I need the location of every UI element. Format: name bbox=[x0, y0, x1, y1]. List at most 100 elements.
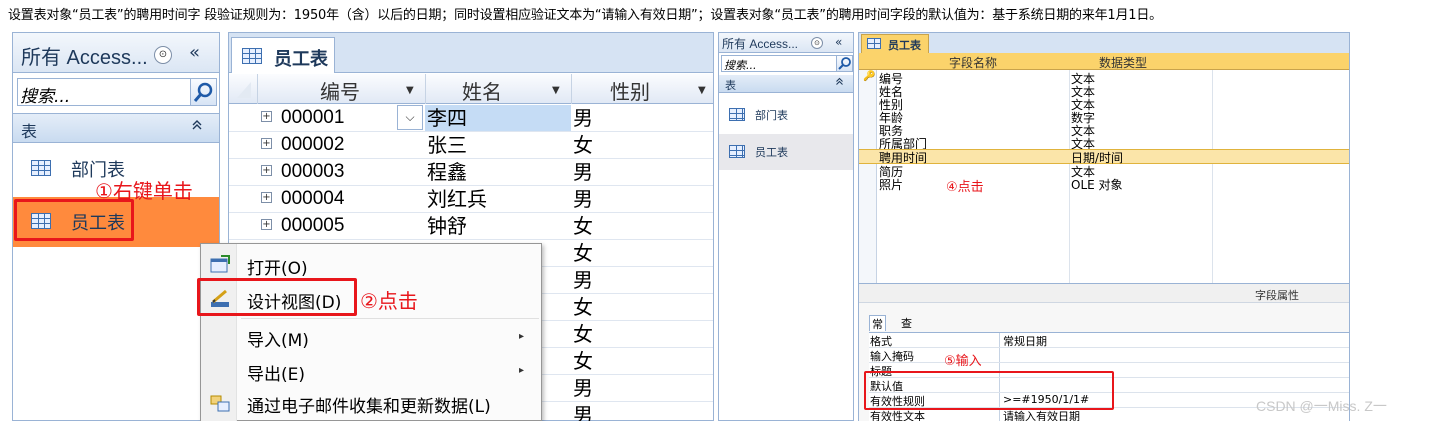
cell-sex[interactable]: 女 bbox=[571, 240, 713, 266]
nav-pane-header[interactable]: 所有 Access... ⊙ « bbox=[13, 33, 219, 73]
select-all-corner[interactable] bbox=[229, 74, 257, 104]
menu-item-label: 导入(M) bbox=[247, 331, 309, 351]
field-grid-header: 字段名称 数据类型 bbox=[859, 53, 1349, 70]
cell-id[interactable]: 000004 bbox=[281, 186, 429, 212]
nav-item-label: 部门表 bbox=[755, 109, 788, 122]
expand-plus-icon[interactable]: + bbox=[261, 192, 272, 203]
field-type[interactable]: OLE 对象 bbox=[1071, 176, 1123, 193]
document-tab-bar: 员工表 bbox=[229, 33, 713, 73]
cell-id[interactable]: 000003 bbox=[281, 159, 429, 185]
tab-label: 员工表 bbox=[888, 39, 921, 52]
search-icon[interactable] bbox=[836, 56, 852, 71]
table-row[interactable]: + 000004 刘红兵 男 bbox=[229, 186, 713, 213]
table-icon bbox=[867, 38, 881, 49]
field-row-selected[interactable]: 聘用时间 日期/时间 bbox=[859, 149, 1349, 165]
table-row[interactable]: + 000002 张三 女 bbox=[229, 132, 713, 159]
menu-item-export[interactable]: 导出(E) ▸ bbox=[201, 354, 541, 388]
search-input[interactable]: 搜索... bbox=[17, 78, 217, 107]
sort-filter-icon[interactable]: ▼ bbox=[698, 85, 706, 96]
annotation-step4: ④点击 bbox=[946, 180, 984, 195]
table-row[interactable]: + 000001 ⌵ 李四 男 bbox=[229, 105, 713, 132]
field-row[interactable]: 职务 文本 bbox=[877, 123, 1349, 138]
highlight-box-employee-table bbox=[14, 199, 134, 241]
menu-item-open[interactable]: 打开(O) bbox=[201, 248, 541, 282]
tab-employee-table[interactable]: 员工表 bbox=[231, 37, 335, 73]
menu-item-email-collect[interactable]: 通过电子邮件收集和更新数据(L) bbox=[201, 386, 541, 420]
field-row[interactable]: 所属部门 文本 bbox=[877, 136, 1349, 151]
cell-sex[interactable]: 女 bbox=[571, 348, 713, 374]
table-icon bbox=[242, 48, 262, 64]
cell-name[interactable]: 刘红兵 bbox=[425, 186, 571, 212]
chevron-up-icon[interactable] bbox=[835, 77, 844, 89]
nav-group-tables[interactable]: 表 bbox=[13, 113, 219, 143]
table-row[interactable]: + 000003 程鑫 男 bbox=[229, 159, 713, 186]
expand-plus-icon[interactable]: + bbox=[261, 219, 272, 230]
field-row[interactable]: 性别 文本 bbox=[877, 97, 1349, 112]
field-properties-label: 字段属性 bbox=[1255, 289, 1299, 302]
sort-filter-icon[interactable]: ▼ bbox=[406, 85, 414, 96]
field-properties-header: 字段属性 bbox=[859, 283, 1349, 303]
column-header-name[interactable]: 姓名 ▼ bbox=[425, 74, 571, 104]
cell-sex[interactable]: 女 bbox=[571, 294, 713, 320]
combo-dropdown-icon[interactable]: ⌵ bbox=[397, 105, 423, 130]
table-row[interactable]: + 000005 钟舒 女 bbox=[229, 213, 713, 240]
chevron-up-icon[interactable] bbox=[191, 119, 203, 135]
open-form-icon bbox=[209, 254, 231, 276]
collapse-pane-icon[interactable]: « bbox=[835, 35, 842, 49]
column-label: 姓名 bbox=[462, 80, 502, 104]
cell-sex[interactable]: 女 bbox=[571, 132, 713, 158]
tab-general[interactable]: 常规 bbox=[869, 315, 886, 347]
property-row[interactable]: 输入掩码 bbox=[869, 348, 1349, 363]
cell-name[interactable]: 钟舒 bbox=[425, 213, 571, 239]
field-row[interactable]: 编号 文本 bbox=[877, 71, 1349, 86]
sort-filter-icon[interactable]: ▼ bbox=[552, 85, 560, 96]
chevron-down-icon[interactable]: ⊙ bbox=[154, 46, 172, 64]
column-header-id[interactable]: 编号 ▼ bbox=[257, 74, 425, 104]
nav-pane-title[interactable]: 所有 Access... bbox=[21, 41, 148, 70]
cell-id[interactable]: 000002 bbox=[281, 132, 429, 158]
nav-item-employee-table[interactable]: 员工表 bbox=[719, 134, 853, 170]
nav-pane-title[interactable]: 所有 Access... bbox=[722, 35, 798, 52]
expand-plus-icon[interactable]: + bbox=[261, 138, 272, 149]
nav-pane-header[interactable]: 所有 Access... ⊙ « bbox=[719, 33, 853, 53]
primary-key-icon: 🔑 bbox=[863, 71, 876, 82]
cell-name[interactable]: 程鑫 bbox=[425, 159, 571, 185]
search-input[interactable]: 搜索... bbox=[721, 55, 853, 72]
annotation-step2: ②点击 bbox=[360, 289, 418, 313]
tab-employee-table[interactable]: 员工表 bbox=[861, 34, 929, 53]
property-value[interactable]: 常规日期 bbox=[1003, 333, 1047, 349]
field-row[interactable]: 姓名 文本 bbox=[877, 84, 1349, 99]
row-selector-column[interactable] bbox=[859, 70, 877, 283]
watermark: CSDN @一Miss. Z一 bbox=[1256, 398, 1387, 414]
column-header-sex[interactable]: 性别 ▼ bbox=[571, 74, 713, 104]
expand-plus-icon[interactable]: + bbox=[261, 111, 272, 122]
cell-sex[interactable]: 男 bbox=[571, 105, 713, 131]
tab-lookup[interactable]: 查阅 bbox=[899, 315, 914, 346]
property-key: 输入掩码 bbox=[870, 350, 914, 363]
submenu-arrow-icon: ▸ bbox=[519, 365, 525, 376]
cell-name[interactable]: 张三 bbox=[425, 132, 571, 158]
search-icon[interactable] bbox=[190, 79, 216, 105]
submenu-arrow-icon: ▸ bbox=[519, 331, 525, 342]
nav-item-department-table[interactable]: 部门表 bbox=[719, 97, 853, 133]
cell-sex[interactable]: 男 bbox=[571, 159, 713, 185]
cell-sex[interactable]: 女 bbox=[571, 321, 713, 347]
cell-sex[interactable]: 男 bbox=[571, 375, 713, 401]
tab-label: 员工表 bbox=[274, 49, 328, 70]
property-key: 格式 bbox=[870, 335, 892, 348]
cell-sex[interactable]: 男 bbox=[571, 267, 713, 293]
chevron-down-icon[interactable]: ⊙ bbox=[811, 37, 823, 49]
nav-group-tables[interactable]: 表 bbox=[719, 75, 853, 93]
property-row[interactable]: 格式 常规日期 bbox=[869, 333, 1349, 348]
field-name[interactable]: 照片 bbox=[879, 176, 903, 193]
field-row[interactable]: 年龄 数字 bbox=[877, 110, 1349, 125]
cell-name[interactable]: 李四 bbox=[425, 105, 571, 131]
cell-sex[interactable]: 男 bbox=[571, 402, 713, 421]
collapse-pane-icon[interactable]: « bbox=[189, 42, 200, 63]
column-label: 性别 bbox=[610, 80, 650, 104]
cell-sex[interactable]: 女 bbox=[571, 213, 713, 239]
expand-plus-icon[interactable]: + bbox=[261, 165, 272, 176]
menu-item-import[interactable]: 导入(M) ▸ bbox=[201, 320, 541, 354]
cell-sex[interactable]: 男 bbox=[571, 186, 713, 212]
cell-id[interactable]: 000005 bbox=[281, 213, 429, 239]
